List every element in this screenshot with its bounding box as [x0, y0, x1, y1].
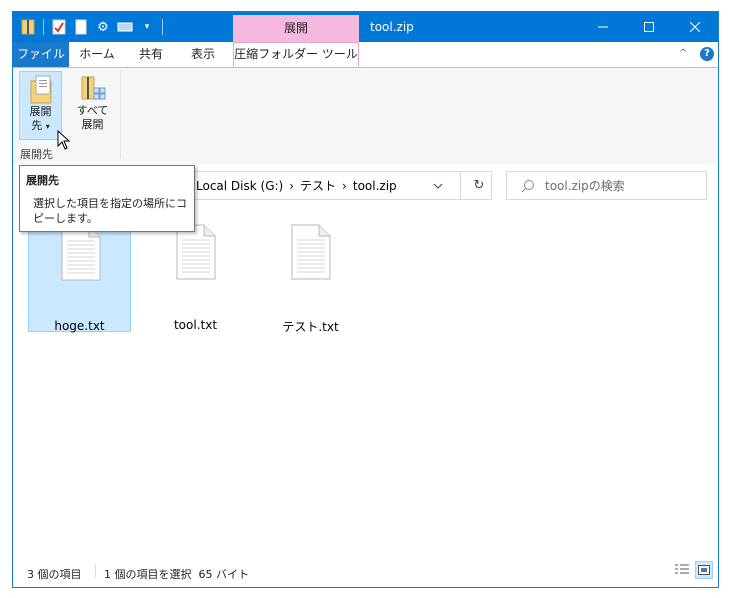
context-tab-header: 展開 — [233, 15, 359, 42]
item-count: 3 個の項目 — [27, 568, 82, 581]
text-file-icon — [291, 224, 331, 280]
tooltip-description-line: ピーします。 — [33, 212, 98, 225]
file-name: tool.txt — [173, 318, 218, 332]
breadcrumb-separator: › — [289, 178, 295, 193]
toolbar-separator — [43, 19, 44, 35]
maximize-button[interactable] — [626, 12, 672, 42]
search-icon — [521, 179, 534, 192]
close-button[interactable] — [672, 12, 718, 42]
quick-access-toolbar: ⚙ ▾ — [19, 16, 165, 38]
search-placeholder: tool.zipの検索 — [545, 179, 625, 193]
tab-compressed-folder-tools[interactable]: 圧縮フォルダー ツール — [233, 42, 359, 67]
refresh-button[interactable]: ↻ — [460, 172, 491, 199]
refresh-icon: ↻ — [473, 178, 485, 193]
extract-all-icon — [80, 74, 106, 104]
extract-all-label-line2: 展開 — [81, 118, 104, 131]
extract-all-button[interactable]: すべて 展開 — [70, 71, 115, 140]
status-bar: 3 個の項目 1 個の項目を選択 65 バイト — [13, 556, 718, 587]
large-icons-view-icon — [698, 565, 710, 575]
dropdown-arrow-icon: ▾ — [45, 122, 50, 131]
tab-view[interactable]: 表示 — [179, 42, 227, 67]
window-title: tool.zip — [370, 20, 414, 34]
explorer-window: ⚙ ▾ 展開 tool.zip ファイル ホーム 共有 表示 圧縮フォルダー ツ… — [12, 11, 719, 588]
breadcrumb-item[interactable]: tool.zip — [353, 179, 397, 193]
file-name: テスト.txt — [282, 320, 339, 334]
rename-icon[interactable] — [116, 18, 134, 36]
extract-to-tooltip: 展開先 選択した項目を指定の場所にコ ピーします。 — [19, 165, 195, 232]
tab-home[interactable]: ホーム — [71, 42, 123, 67]
minimize-button[interactable] — [580, 12, 626, 42]
address-dropdown-button[interactable] — [423, 172, 453, 199]
new-document-icon[interactable] — [72, 18, 90, 36]
help-icon[interactable]: ? — [700, 47, 714, 61]
tooltip-title: 展開先 — [26, 174, 59, 187]
details-view-button[interactable] — [673, 561, 691, 579]
title-bar[interactable]: ⚙ ▾ 展開 tool.zip — [13, 12, 718, 42]
details-view-icon — [675, 564, 689, 574]
zip-folder-icon[interactable] — [19, 18, 37, 36]
breadcrumb-item[interactable]: テスト — [300, 177, 336, 194]
properties-check-icon[interactable] — [50, 18, 68, 36]
large-icons-view-button[interactable] — [695, 561, 713, 579]
extract-to-label-line2: 先 ▾ — [31, 119, 50, 132]
file-item[interactable]: hoge.txt — [28, 218, 131, 333]
breadcrumb-item[interactable]: Local Disk (G:) — [196, 179, 283, 193]
tab-file[interactable]: ファイル — [13, 42, 69, 67]
ribbon-group-divider — [120, 71, 121, 159]
extract-to-button[interactable]: 展開 先 ▾ — [19, 71, 62, 140]
breadcrumb-separator: › — [342, 178, 347, 193]
ribbon-tabs: ファイル ホーム 共有 表示 圧縮フォルダー ツール ^ ? — [13, 42, 718, 68]
maximize-icon — [644, 22, 654, 32]
text-file-icon — [176, 224, 216, 280]
selection-info: 1 個の項目を選択 65 バイト — [104, 568, 249, 581]
minimize-icon — [598, 26, 608, 28]
ribbon-group-label: 展開先 — [20, 148, 53, 161]
status-divider — [95, 564, 96, 578]
file-name: hoge.txt — [54, 319, 105, 333]
settings-gear-icon[interactable]: ⚙ — [94, 18, 112, 36]
toolbar-separator — [162, 19, 163, 35]
address-bar[interactable]: Local Disk (G:) › テスト › tool.zip ↻ — [189, 171, 492, 200]
extract-to-icon — [28, 75, 54, 105]
collapse-ribbon-icon[interactable]: ^ — [679, 48, 687, 59]
search-input[interactable]: tool.zipの検索 — [506, 171, 707, 200]
extract-to-label-line1: 展開 — [29, 105, 52, 118]
close-icon — [690, 22, 700, 32]
file-list-pane[interactable]: hoge.txt tool.txt テスト.txt — [13, 206, 718, 556]
tooltip-description-line: 選択した項目を指定の場所にコ — [33, 197, 187, 210]
mouse-cursor-icon — [57, 129, 71, 153]
customize-dropdown-icon[interactable]: ▾ — [138, 18, 156, 36]
chevron-down-icon — [433, 183, 443, 189]
tooltip-description: 選択した項目を指定の場所にコ ピーします。 — [33, 196, 193, 226]
file-item[interactable]: テスト.txt — [259, 218, 362, 334]
ribbon: 展開 先 ▾ すべて 展開 展開先 — [13, 68, 718, 165]
tab-share[interactable]: 共有 — [127, 42, 175, 67]
text-file-icon — [61, 225, 101, 281]
extract-all-label-line1: すべて — [76, 104, 109, 117]
file-item[interactable]: tool.txt — [144, 218, 247, 332]
